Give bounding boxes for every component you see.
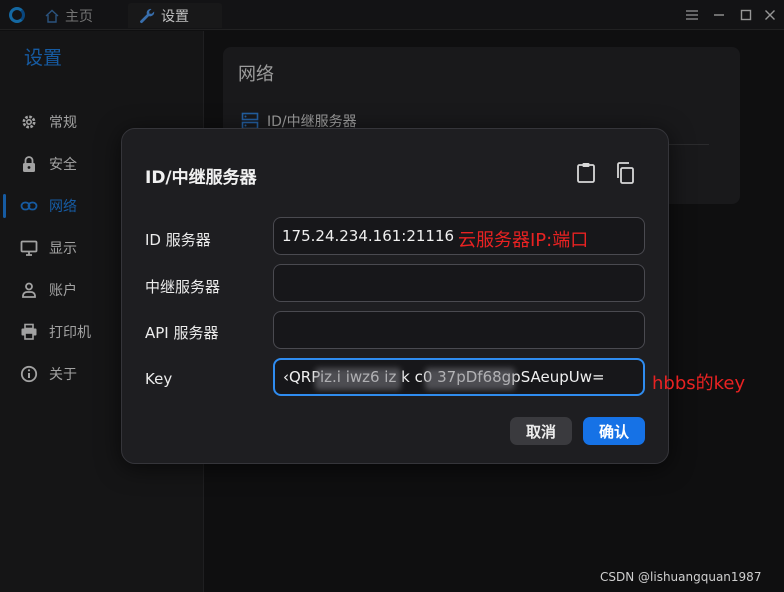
api-server-input[interactable] [273, 311, 645, 349]
relay-server-label: 中继服务器 [145, 278, 221, 296]
dialog-title: ID/中继服务器 [145, 168, 257, 188]
confirm-button[interactable]: 确认 [583, 417, 645, 445]
api-server-label: API 服务器 [145, 324, 219, 342]
id-relay-server-dialog: ID/中继服务器 ID 服务器 云服务器IP:端口 中继服务器 API 服务器 … [121, 128, 745, 464]
key-input[interactable]: ‹QRPiz.i iwz6 iz k c0 37pDf68gpSAeupUw= [273, 358, 645, 396]
clipboard-icon[interactable] [574, 161, 598, 185]
redaction-blur [425, 368, 515, 390]
key-label: Key [145, 370, 173, 388]
redaction-blur [315, 368, 401, 390]
key-annotation: hbbs的key [652, 373, 746, 394]
watermark: CSDN @lishuangquan1987 [600, 570, 762, 584]
id-server-annotation: 云服务器IP:端口 [458, 230, 589, 251]
cancel-button[interactable]: 取消 [510, 417, 572, 445]
relay-server-input[interactable] [273, 264, 645, 302]
id-server-label: ID 服务器 [145, 231, 211, 249]
copy-icon[interactable] [613, 161, 637, 185]
